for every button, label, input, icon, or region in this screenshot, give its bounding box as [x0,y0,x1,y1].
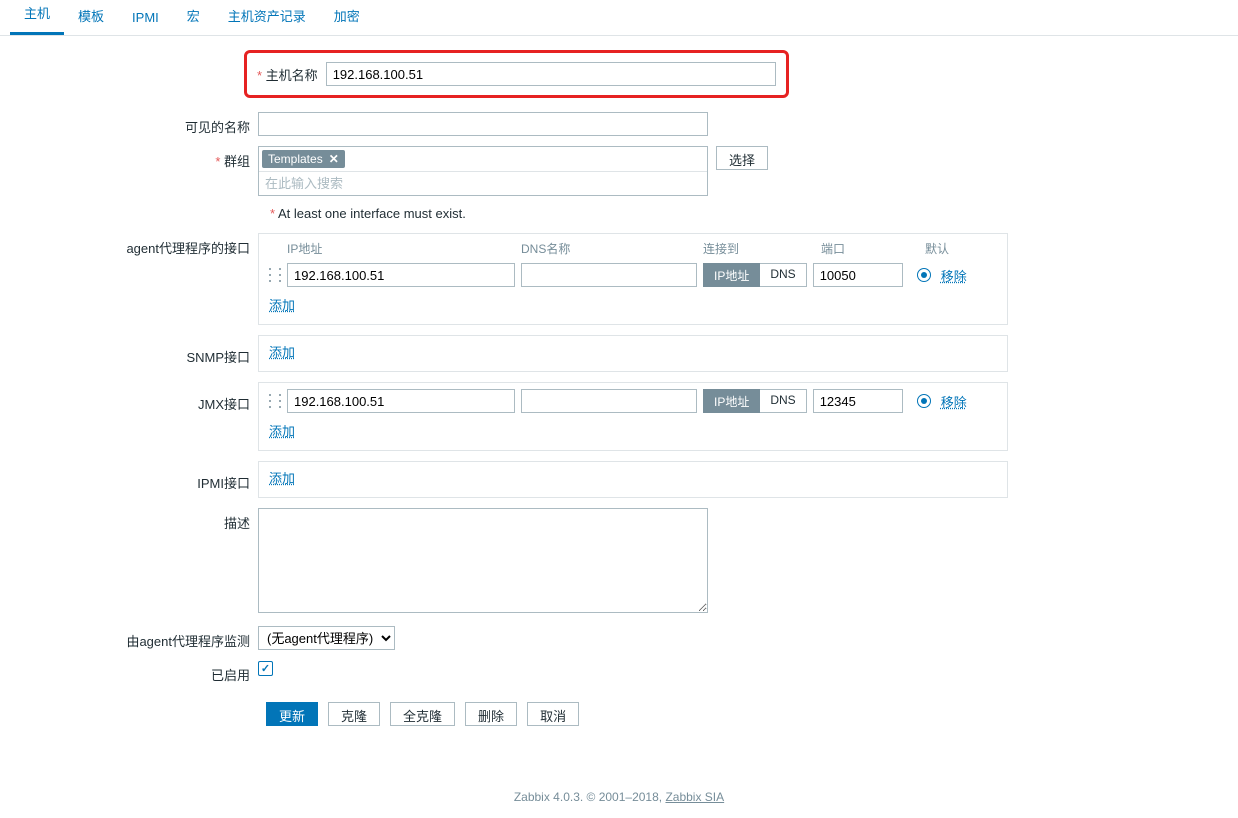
full-clone-button[interactable]: 全克隆 [390,702,455,726]
drag-handle-icon[interactable] [269,392,281,410]
col-connect-header: 连接到 [703,240,815,257]
host-form: * 主机名称 可见的名称 * 群组 Templates ✕ 选择 [0,36,1238,756]
proxy-select[interactable]: (无agent代理程序) [258,626,395,650]
update-button[interactable]: 更新 [266,702,318,726]
agent-port-input[interactable] [813,263,903,287]
groups-label: 群组 [224,154,250,169]
footer-link[interactable]: Zabbix SIA [665,790,724,804]
visible-name-label: 可见的名称 [10,112,258,136]
col-default-header: 默认 [925,240,949,257]
delete-button[interactable]: 删除 [465,702,517,726]
jmx-interface-box: IP地址 DNS 移除 添加 [258,382,1008,451]
agent-add-link[interactable]: 添加 [269,298,295,313]
drag-handle-icon[interactable] [269,266,281,284]
agent-ip-input[interactable] [287,263,515,287]
agent-dns-input[interactable] [521,263,697,287]
tab-bar: 主机 模板 IPMI 宏 主机资产记录 加密 [0,0,1238,36]
col-dns-header: DNS名称 [521,240,697,257]
agent-connect-dns-button[interactable]: DNS [760,263,806,287]
jmx-default-radio[interactable] [917,394,931,408]
group-tag-templates: Templates ✕ [262,150,345,168]
hostname-highlight: * 主机名称 [244,50,789,98]
footer: Zabbix 4.0.3. © 2001–2018, Zabbix SIA [0,776,1238,818]
agent-interfaces-label: agent代理程序的接口 [10,233,258,257]
agent-connect-ip-button[interactable]: IP地址 [703,263,760,287]
tab-ipmi[interactable]: IPMI [118,0,173,35]
hostname-label: 主机名称 [266,68,318,83]
jmx-dns-input[interactable] [521,389,697,413]
clone-button[interactable]: 克隆 [328,702,380,726]
ipmi-interface-box: 添加 [258,461,1008,498]
enabled-label: 已启用 [10,660,258,684]
tab-host[interactable]: 主机 [10,0,64,35]
jmx-add-link[interactable]: 添加 [269,424,295,439]
jmx-ip-input[interactable] [287,389,515,413]
monitored-by-label: 由agent代理程序监测 [10,626,258,650]
jmx-remove-link[interactable]: 移除 [941,392,967,411]
jmx-connect-ip-button[interactable]: IP地址 [703,389,760,413]
snmp-add-link[interactable]: 添加 [269,345,295,360]
agent-interface-row: IP地址 DNS 移除 [269,263,997,287]
jmx-interfaces-label: JMX接口 [10,382,258,413]
tab-template[interactable]: 模板 [64,0,118,35]
description-label: 描述 [10,508,258,532]
cancel-button[interactable]: 取消 [527,702,579,726]
tab-encryption[interactable]: 加密 [320,0,374,35]
description-textarea[interactable] [258,508,708,613]
tab-macros[interactable]: 宏 [173,0,214,35]
tab-inventory[interactable]: 主机资产记录 [214,0,320,35]
groups-multiselect[interactable]: Templates ✕ [258,146,708,196]
agent-default-radio[interactable] [917,268,931,282]
jmx-connect-dns-button[interactable]: DNS [760,389,806,413]
remove-tag-icon[interactable]: ✕ [329,152,339,166]
visible-name-input[interactable] [258,112,708,136]
agent-interface-box: IP地址 DNS名称 连接到 端口 默认 IP地址 DNS [258,233,1008,325]
interface-warning: * At least one interface must exist. [270,206,1228,221]
action-buttons: 更新 克隆 全克隆 删除 取消 [266,702,1228,726]
ipmi-add-link[interactable]: 添加 [269,471,295,486]
enabled-checkbox[interactable]: ✓ [258,661,273,676]
jmx-interface-row: IP地址 DNS 移除 [269,389,997,413]
jmx-port-input[interactable] [813,389,903,413]
snmp-interface-box: 添加 [258,335,1008,372]
hostname-input[interactable] [326,62,776,86]
agent-remove-link[interactable]: 移除 [941,266,967,285]
select-groups-button[interactable]: 选择 [716,146,768,170]
col-port-header: 端口 [821,240,911,257]
ipmi-interfaces-label: IPMI接口 [10,461,258,492]
group-search-input[interactable] [259,171,707,195]
snmp-interfaces-label: SNMP接口 [10,335,258,366]
col-ip-header: IP地址 [287,240,515,257]
